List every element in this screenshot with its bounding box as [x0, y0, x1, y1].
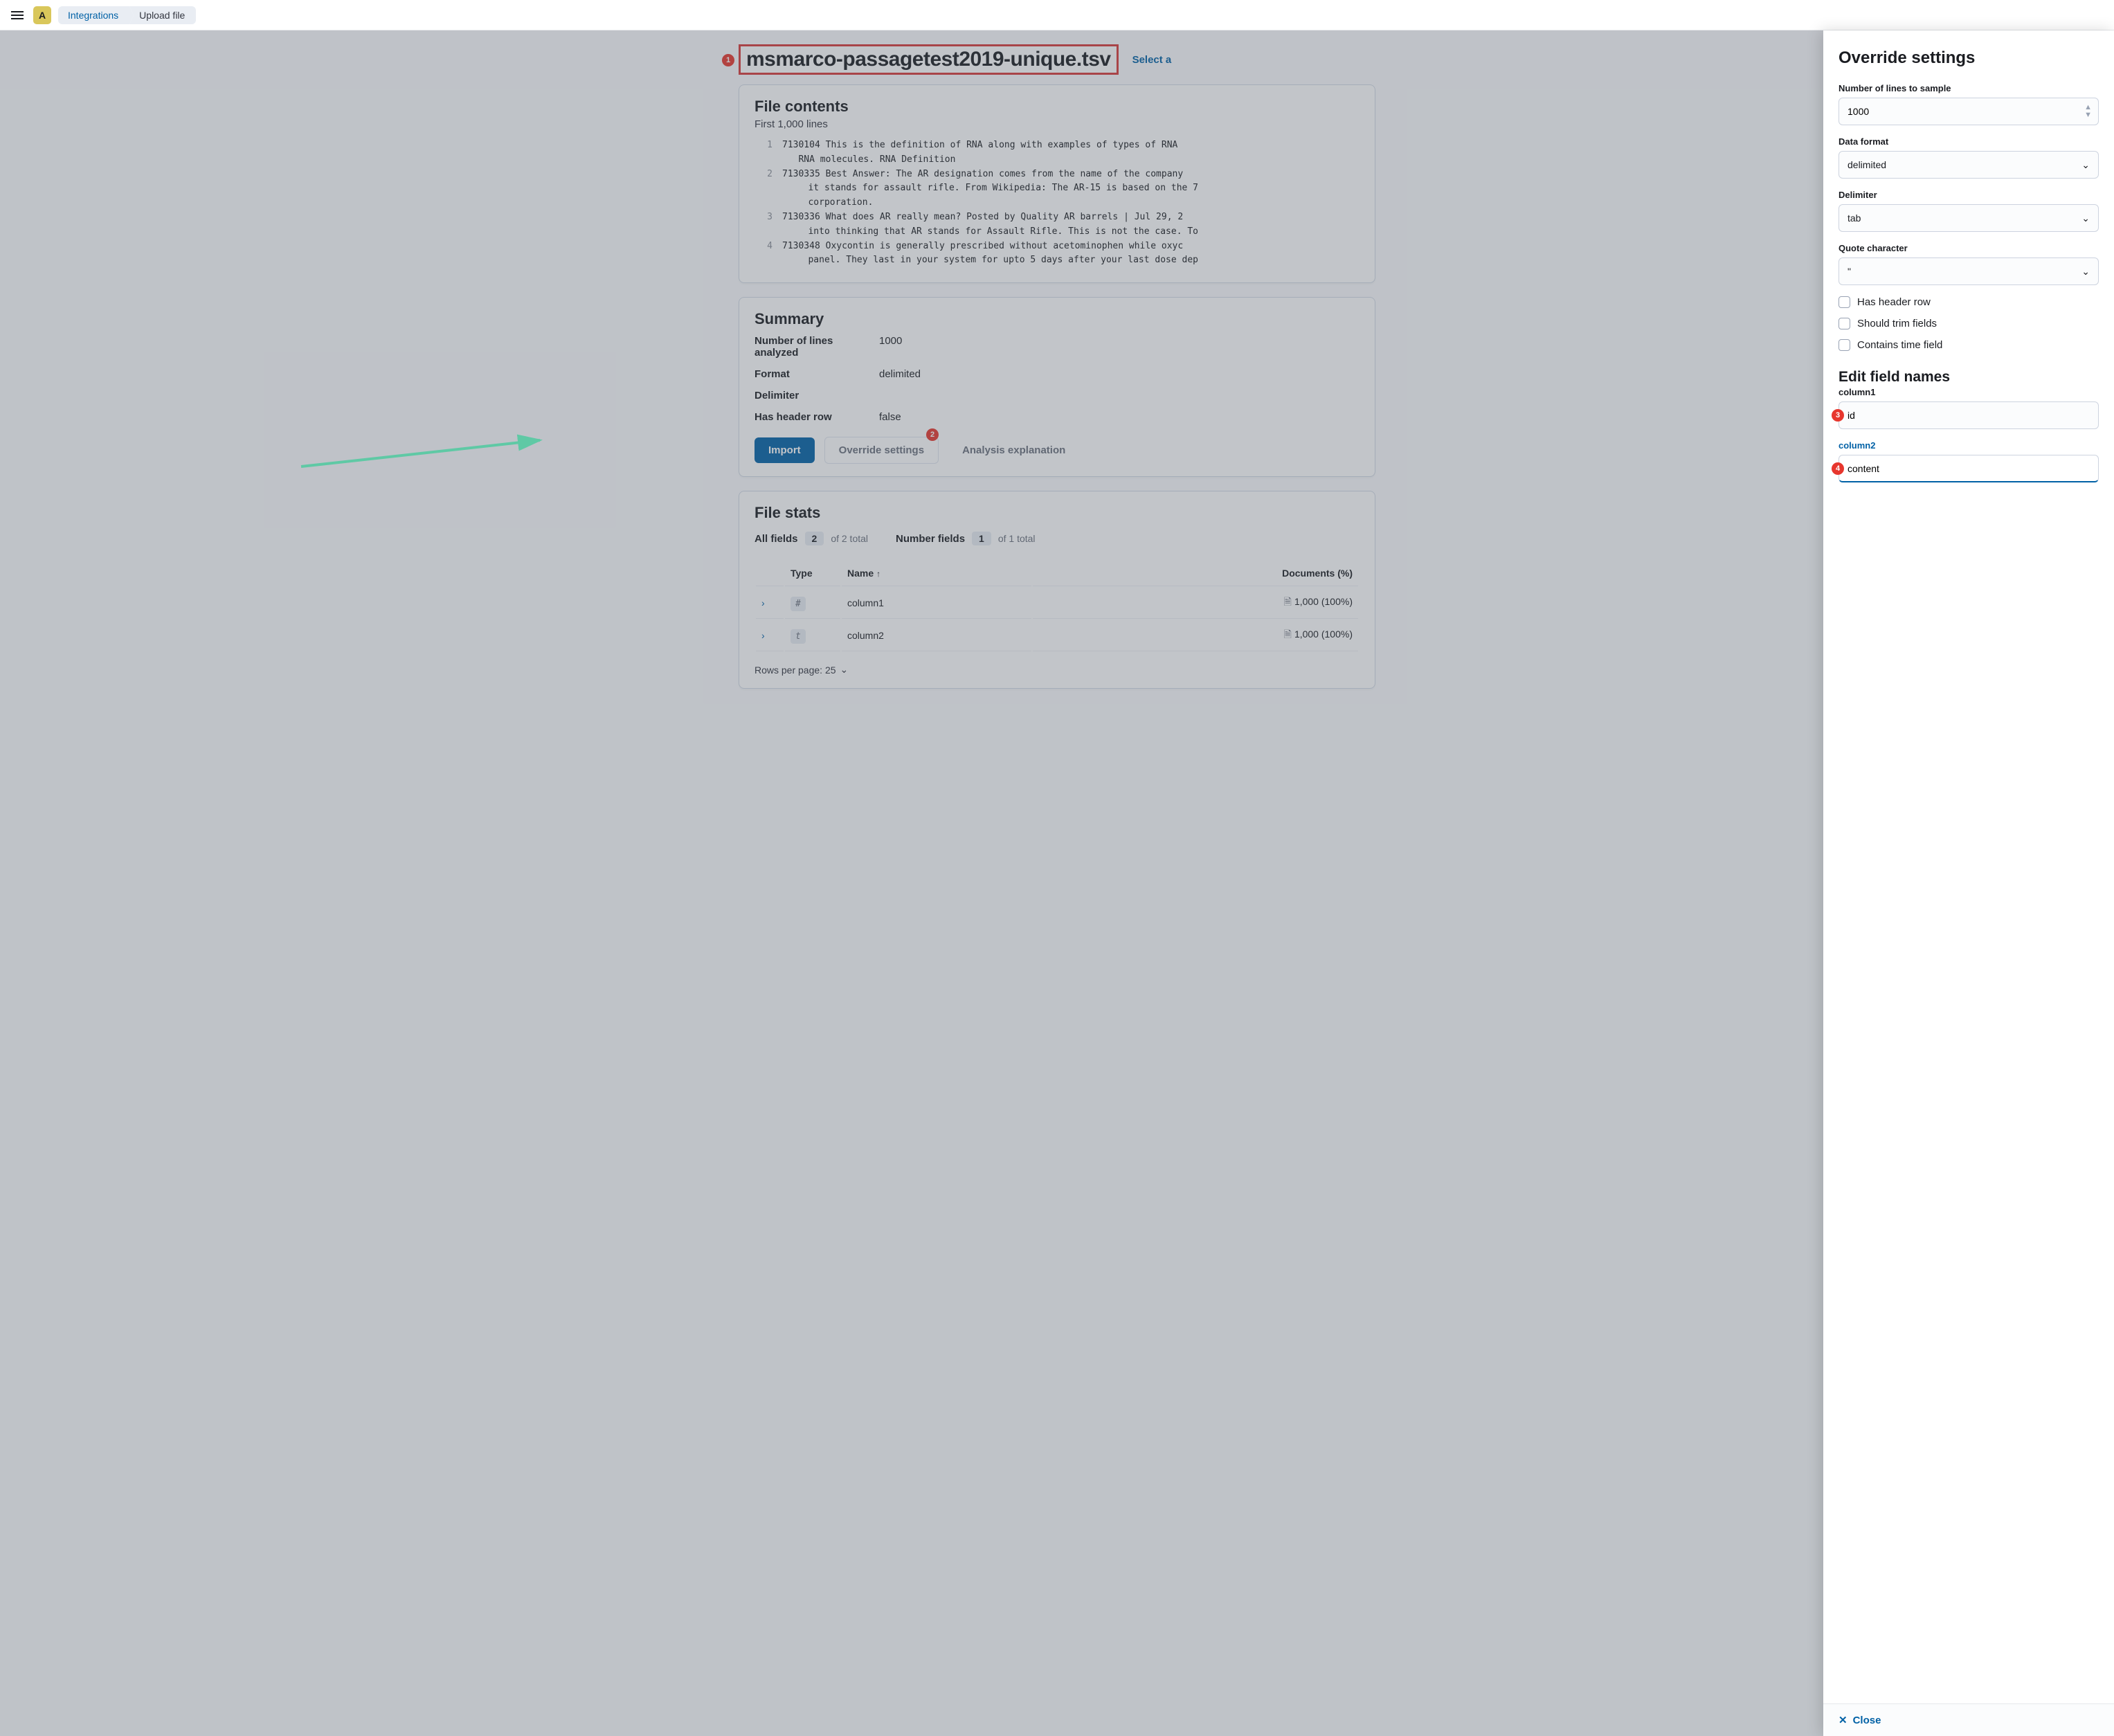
top-bar: A Integrations Upload file — [0, 0, 2114, 30]
close-icon: ✕ — [1839, 1714, 1848, 1726]
chevron-down-icon: ⌄ — [2081, 266, 2090, 278]
column2-input[interactable] — [1839, 455, 2099, 482]
breadcrumb-integrations[interactable]: Integrations — [58, 6, 129, 24]
column1-input[interactable] — [1839, 401, 2099, 429]
modal-overlay[interactable] — [0, 30, 2114, 1736]
should-trim-checkbox[interactable]: Should trim fields — [1839, 318, 2099, 329]
delimiter-select[interactable]: tab ⌄ — [1839, 204, 2099, 232]
annotation-badge-3: 3 — [1832, 409, 1844, 422]
column1-label: column1 — [1839, 387, 2099, 397]
flyout-title: Override settings — [1839, 48, 2099, 68]
checkbox-icon — [1839, 339, 1850, 351]
annotation-badge-4: 4 — [1832, 462, 1844, 475]
chevron-down-icon: ⌄ — [2081, 213, 2090, 224]
column2-label: column2 — [1839, 440, 2099, 451]
data-format-label: Data format — [1839, 136, 2099, 147]
breadcrumb: Integrations Upload file — [58, 6, 196, 24]
delimiter-label: Delimiter — [1839, 190, 2099, 200]
quote-char-select[interactable]: " ⌄ — [1839, 257, 2099, 285]
quote-char-label: Quote character — [1839, 243, 2099, 253]
lines-to-sample-input[interactable] — [1839, 98, 2099, 125]
close-button[interactable]: ✕ Close — [1839, 1714, 1881, 1726]
checkbox-icon — [1839, 296, 1850, 308]
checkbox-icon — [1839, 318, 1850, 329]
menu-icon[interactable] — [8, 8, 26, 22]
main-content: 1 msmarco-passagetest2019-unique.tsv Sel… — [0, 30, 2114, 1736]
lines-to-sample-label: Number of lines to sample — [1839, 83, 2099, 93]
app-logo[interactable]: A — [33, 6, 51, 24]
chevron-down-icon: ⌄ — [2081, 159, 2090, 171]
data-format-select[interactable]: delimited ⌄ — [1839, 151, 2099, 179]
override-settings-flyout: Override settings Number of lines to sam… — [1823, 30, 2114, 1736]
breadcrumb-upload-file: Upload file — [129, 6, 196, 24]
contains-time-checkbox[interactable]: Contains time field — [1839, 339, 2099, 351]
edit-field-names-heading: Edit field names — [1839, 369, 2099, 386]
has-header-row-checkbox[interactable]: Has header row — [1839, 296, 2099, 308]
number-stepper-icon[interactable]: ▲▼ — [2084, 104, 2092, 119]
